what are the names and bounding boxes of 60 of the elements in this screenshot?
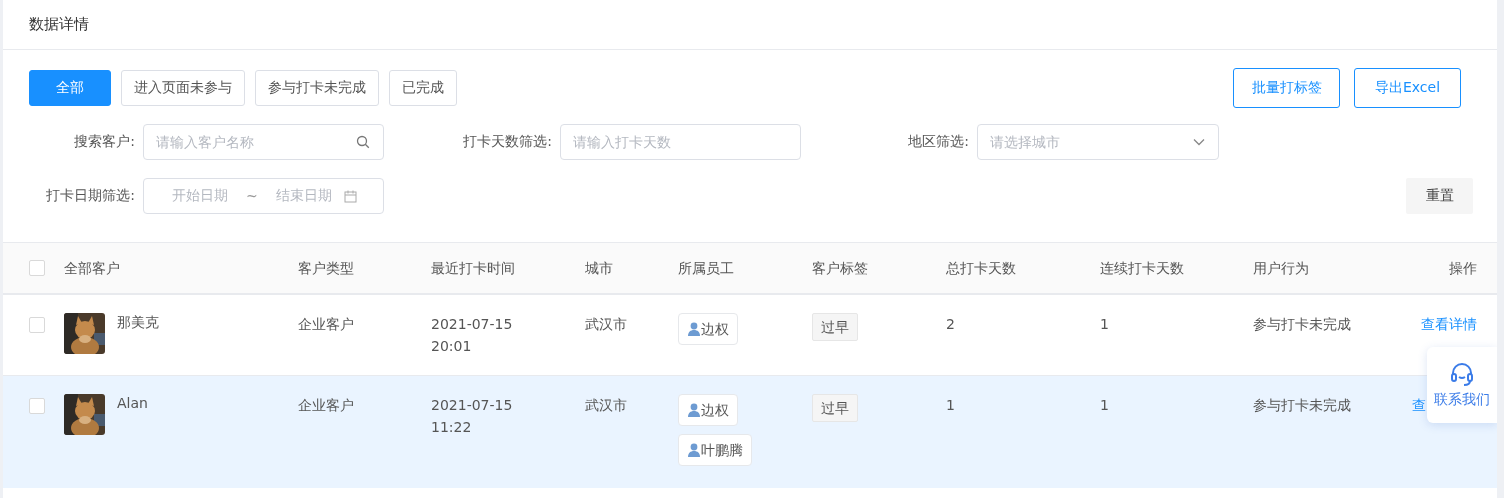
person-icon xyxy=(687,443,701,457)
batch-tag-button[interactable]: 批量打标签 xyxy=(1233,68,1340,108)
staff-chip: 叶鹏腾 xyxy=(678,434,752,466)
date-range-field[interactable]: 开始日期 ~ 结束日期 xyxy=(143,178,384,214)
page-title: 数据详情 xyxy=(29,15,89,34)
person-icon xyxy=(687,403,701,417)
calendar-icon xyxy=(343,189,357,203)
row-checkbox[interactable] xyxy=(29,317,45,333)
column-header: 客户标签 xyxy=(812,260,868,276)
filter-tab[interactable]: 全部 xyxy=(29,70,111,106)
table-cell-text: 11:22 xyxy=(431,418,473,437)
table-cell-text: 企业客户 xyxy=(298,396,355,415)
filter-tab[interactable]: 进入页面未参与 xyxy=(121,70,245,106)
column-header: 城市 xyxy=(585,260,613,276)
column-header: 用户行为 xyxy=(1253,260,1309,276)
export-button[interactable]: 导出Excel xyxy=(1354,68,1461,108)
chevron-down-icon xyxy=(1193,138,1205,146)
customer-name: Alan xyxy=(117,394,148,413)
field-label: 打卡天数筛选: xyxy=(462,133,553,151)
city-select[interactable]: 请选择城市 xyxy=(977,124,1219,160)
customer-name: 那美克 xyxy=(117,313,159,332)
field-label: 地区筛选: xyxy=(907,133,970,151)
customer-tag: 过早 xyxy=(812,313,858,341)
table-cell-text: 参与打卡未完成 xyxy=(1253,315,1352,334)
filter-tab[interactable]: 已完成 xyxy=(389,70,457,106)
row-checkbox[interactable] xyxy=(29,398,45,414)
field-label: 打卡日期筛选: xyxy=(45,187,136,205)
table-cell-text: 参与打卡未完成 xyxy=(1253,396,1352,415)
column-header: 最近打卡时间 xyxy=(431,260,515,276)
view-details-link[interactable]: 查看详情 xyxy=(1421,316,1477,332)
column-header: 总打卡天数 xyxy=(946,260,1016,276)
table-cell-text: 1 xyxy=(946,396,956,415)
column-header: 客户类型 xyxy=(298,260,354,276)
view-details-link[interactable]: 查 xyxy=(1412,397,1426,413)
table-cell-text: 武汉市 xyxy=(585,315,628,334)
column-header: 连续打卡天数 xyxy=(1100,260,1184,276)
person-icon xyxy=(687,322,701,336)
reset-button[interactable]: 重置 xyxy=(1406,178,1473,214)
table-cell-text: 1 xyxy=(1100,315,1110,334)
column-header: 所属员工 xyxy=(678,260,734,276)
staff-chip: 边权 xyxy=(678,313,738,345)
table-cell-text: 1 xyxy=(1100,396,1110,415)
contact-widget[interactable]: 联系我们 xyxy=(1427,347,1497,423)
filter-tab[interactable]: 参与打卡未完成 xyxy=(255,70,379,106)
table-cell-text: 2 xyxy=(946,315,956,334)
select-all-checkbox[interactable] xyxy=(29,260,45,276)
staff-chip: 边权 xyxy=(678,394,738,426)
search-field[interactable]: 请输入客户名称 xyxy=(143,124,384,160)
table-cell-text: 武汉市 xyxy=(585,396,628,415)
column-header: 全部客户 xyxy=(64,260,120,276)
table-cell-text: 2021-07-15 xyxy=(431,396,514,415)
days-field[interactable]: 请输入打卡天数 xyxy=(560,124,801,160)
headset-icon xyxy=(1449,361,1475,387)
customer-tag: 过早 xyxy=(812,394,858,422)
table-cell-text: 企业客户 xyxy=(298,315,355,334)
table-cell-text: 20:01 xyxy=(431,337,473,356)
field-label: 搜索客户: xyxy=(73,133,136,151)
column-header: 操作 xyxy=(1449,260,1477,276)
table-cell-text: 2021-07-15 xyxy=(431,315,514,334)
search-icon xyxy=(356,135,370,149)
